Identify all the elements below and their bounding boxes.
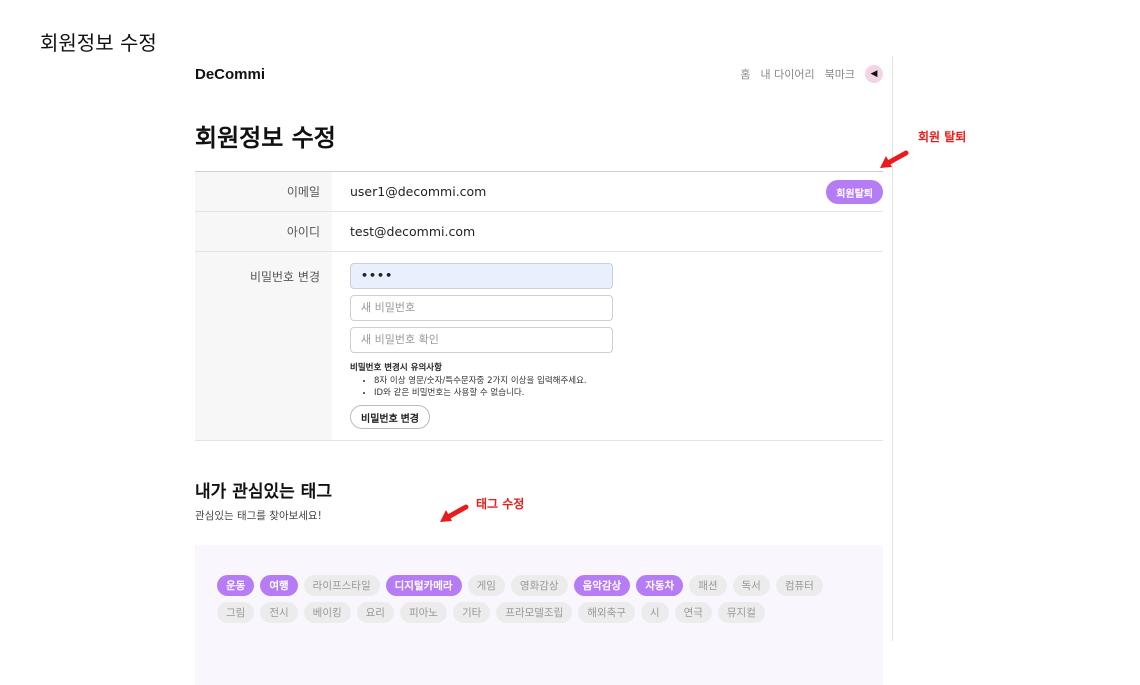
- profile-form: 이메일 user1@decommi.com 회원탈퇴 아이디 test@deco…: [195, 171, 883, 441]
- tag-chip[interactable]: 독서: [732, 575, 770, 596]
- tags-subtitle: 관심있는 태그를 찾아보세요!: [195, 510, 322, 522]
- change-password-button[interactable]: 비밀번호 변경: [350, 405, 430, 429]
- tag-chip[interactable]: 시: [640, 602, 669, 623]
- tag-chip[interactable]: 피아노: [399, 602, 447, 623]
- password-cell: •••• 새 비밀번호 새 비밀번호 확인 비밀번호 변경시 유의사항 8자 이…: [332, 252, 883, 440]
- notice-item: 8자 이상 영문/숫자/특수문자중 2가지 이상을 입력해주세요.: [374, 375, 883, 387]
- tag-chip[interactable]: 게임: [467, 575, 505, 596]
- tag-chip[interactable]: 프라모델조립: [496, 602, 573, 623]
- page-title: 회원정보 수정: [195, 124, 336, 152]
- document-title: 회원정보 수정: [40, 31, 157, 55]
- logo[interactable]: DeCommi: [195, 66, 265, 83]
- tag-arrow-icon: [440, 504, 469, 522]
- nav-home[interactable]: 홈: [740, 66, 750, 82]
- id-value-cell: test@decommi.com: [332, 212, 883, 251]
- email-row: 이메일 user1@decommi.com 회원탈퇴: [195, 172, 883, 212]
- email-label: 이메일: [195, 172, 332, 211]
- tag-chip[interactable]: 영화감상: [510, 575, 568, 596]
- notice-list: 8자 이상 영문/숫자/특수문자중 2가지 이상을 입력해주세요. ID와 같은…: [350, 375, 883, 399]
- notice-item: ID와 같은 비밀번호는 사용할 수 없습니다.: [374, 387, 883, 399]
- tag-chip[interactable]: 요리: [356, 602, 394, 623]
- content-divider: [892, 56, 893, 641]
- tag-chip[interactable]: 자동차: [636, 575, 684, 596]
- new-password-input[interactable]: 새 비밀번호: [350, 295, 613, 321]
- notice-title: 비밀번호 변경시 유의사항: [350, 363, 442, 373]
- page-container: DeCommi 홈 내 다이어리 북마크 ◀ 회원정보 수정 이메일 user1…: [195, 60, 883, 685]
- tag-chip[interactable]: 연극: [674, 602, 712, 623]
- tag-chip[interactable]: 해외축구: [578, 602, 635, 623]
- tag-chip[interactable]: 베이킹: [303, 602, 351, 623]
- id-label: 아이디: [195, 212, 332, 251]
- nav-my-diary[interactable]: 내 다이어리: [761, 66, 815, 82]
- tag-chip[interactable]: 운동: [217, 575, 255, 596]
- top-nav: 홈 내 다이어리 북마크 ◀: [740, 65, 883, 83]
- tag-list: 운동 여행 라이프스타일 디지털카메라 게임 영화감상 음악감상 자동차 패션 독서 컴퓨터그림 전시…: [195, 545, 883, 685]
- email-value-cell: user1@decommi.com 회원탈퇴: [332, 172, 883, 211]
- tag-chip[interactable]: 라이프스타일: [303, 575, 380, 596]
- withdraw-annotation: 회원 탈퇴: [918, 130, 967, 144]
- tag-chip[interactable]: 패션: [689, 575, 727, 596]
- tag-chip[interactable]: 여행: [260, 575, 298, 596]
- tag-annotation: 태그 수정: [476, 497, 525, 511]
- tag-chip[interactable]: 디지털카메라: [385, 575, 462, 596]
- tags-title: 내가 관심있는 태그: [195, 482, 332, 502]
- email-value: user1@decommi.com: [350, 184, 487, 199]
- top-bar: DeCommi 홈 내 다이어리 북마크 ◀: [195, 60, 883, 88]
- collapse-icon[interactable]: ◀: [865, 65, 883, 83]
- withdraw-button[interactable]: 회원탈퇴: [826, 180, 883, 204]
- tag-chip[interactable]: 컴퓨터: [775, 575, 823, 596]
- tag-chip[interactable]: 음악감상: [573, 575, 631, 596]
- withdraw-arrow-icon: [880, 150, 909, 168]
- tag-chip[interactable]: 기타: [452, 602, 491, 623]
- current-password-input[interactable]: ••••: [350, 263, 613, 289]
- id-row: 아이디 test@decommi.com: [195, 212, 883, 252]
- id-value: test@decommi.com: [350, 224, 476, 239]
- tag-chip[interactable]: 전시: [260, 602, 298, 623]
- password-row: 비밀번호 변경 •••• 새 비밀번호 새 비밀번호 확인 비밀번호 변경시 유…: [195, 252, 883, 441]
- tag-chip[interactable]: 뮤지컬: [717, 602, 765, 623]
- nav-bookmark[interactable]: 북마크: [825, 66, 855, 82]
- password-notice: 비밀번호 변경시 유의사항 8자 이상 영문/숫자/특수문자중 2가지 이상을 …: [350, 361, 883, 399]
- tag-chip[interactable]: 그림: [217, 602, 255, 623]
- password-label: 비밀번호 변경: [195, 252, 332, 440]
- confirm-password-input[interactable]: 새 비밀번호 확인: [350, 327, 613, 353]
